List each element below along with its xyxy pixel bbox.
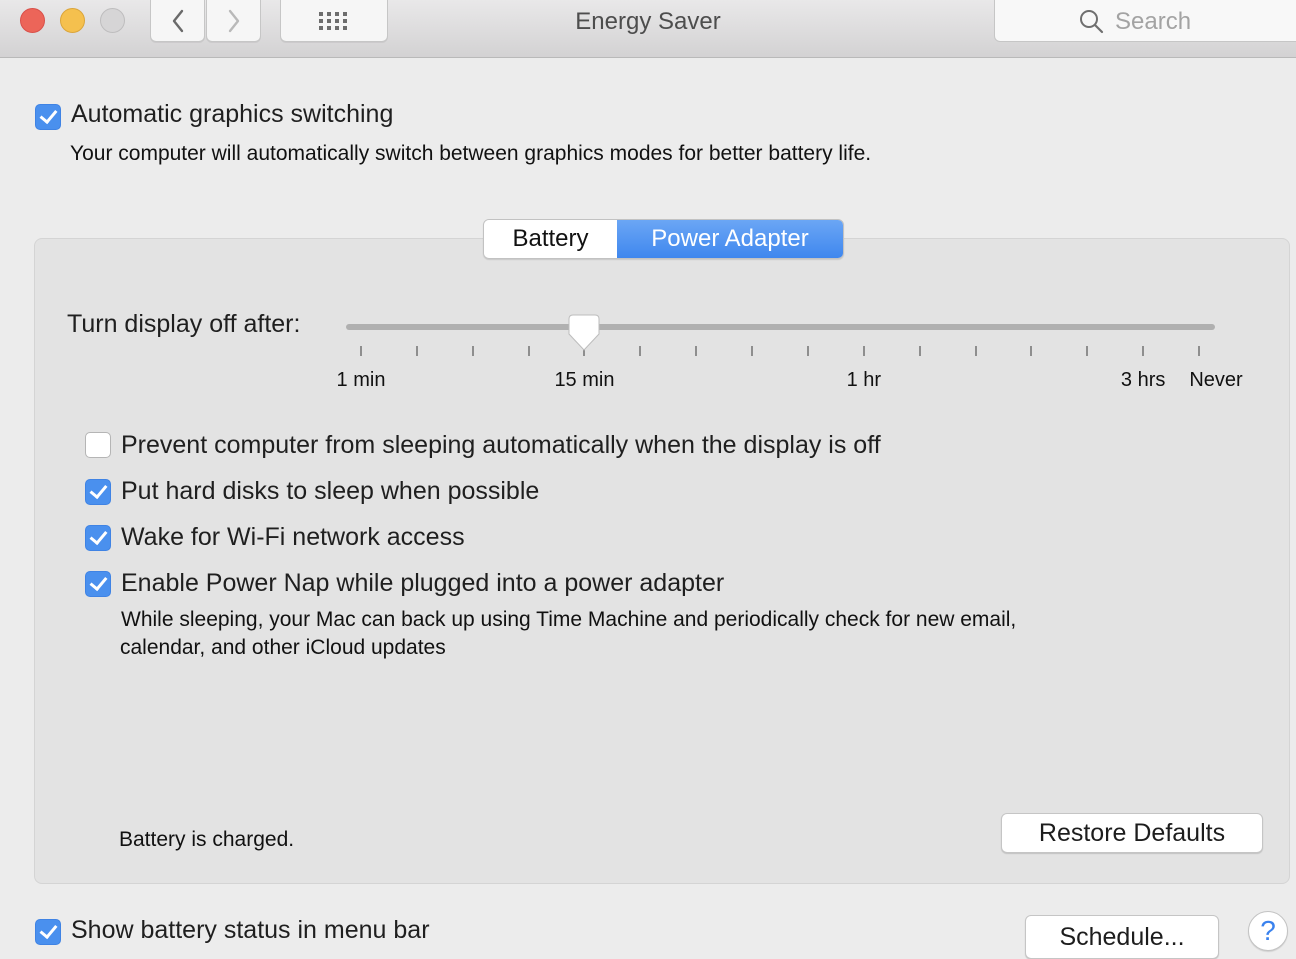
show-battery-status-checkbox[interactable] (35, 919, 61, 945)
slider-tick (806, 346, 809, 356)
display-off-slider-track[interactable] (346, 324, 1215, 330)
schedule-button[interactable]: Schedule... (1025, 915, 1219, 959)
graphics-switching-description: Your computer will automatically switch … (70, 142, 872, 165)
graphics-switching-label: Automatic graphics switching (71, 100, 394, 128)
slider-tick-label: 1 hr (846, 369, 882, 391)
title-bar: Energy Saver Search (0, 0, 1296, 58)
battery-status-text: Battery is charged. (119, 828, 295, 851)
power-nap-label: Enable Power Nap while plugged into a po… (121, 569, 725, 597)
show-battery-status-label: Show battery status in menu bar (71, 916, 430, 944)
slider-tick (1086, 346, 1089, 356)
slider-tick (695, 346, 698, 356)
slider-tick (751, 346, 754, 356)
power-nap-checkbox[interactable] (85, 571, 111, 597)
slider-tick-label: Never (1189, 369, 1243, 391)
slider-tick (471, 346, 474, 356)
slider-tick (1030, 346, 1033, 356)
wake-wifi-label: Wake for Wi-Fi network access (121, 523, 465, 551)
tab-power-adapter[interactable]: Power Adapter (617, 220, 843, 258)
tab-battery[interactable]: Battery (484, 220, 617, 258)
power-nap-description-line1: While sleeping, your Mac can back up usi… (121, 608, 1017, 631)
power-source-tabs: Battery Power Adapter (483, 219, 844, 259)
display-off-label: Turn display off after: (67, 310, 301, 338)
slider-tick (918, 346, 921, 356)
slider-tick (1198, 346, 1200, 356)
slider-tick (639, 346, 642, 356)
slider-tick (527, 346, 530, 356)
prevent-sleep-label: Prevent computer from sleeping automatic… (121, 431, 881, 459)
slider-tick (862, 346, 865, 356)
prevent-sleep-checkbox[interactable] (85, 432, 111, 458)
disk-sleep-label: Put hard disks to sleep when possible (121, 477, 540, 505)
slider-tick-label: 3 hrs (1120, 369, 1166, 391)
help-button[interactable]: ? (1248, 911, 1288, 951)
power-nap-description-line2: calendar, and other iCloud updates (120, 636, 446, 659)
slider-tick (360, 346, 362, 356)
search-placeholder: Search (1115, 8, 1192, 35)
restore-defaults-button[interactable]: Restore Defaults (1001, 813, 1263, 853)
search-input[interactable]: Search (994, 0, 1296, 42)
slider-tick-label: 15 min (554, 369, 615, 391)
graphics-switching-checkbox[interactable] (35, 104, 61, 130)
disk-sleep-checkbox[interactable] (85, 479, 111, 505)
search-icon (1080, 10, 1104, 34)
help-icon: ? (1260, 915, 1276, 946)
slider-tick (415, 346, 418, 356)
slider-tick (974, 346, 977, 356)
display-off-slider-thumb[interactable] (568, 314, 600, 354)
slider-tick (1142, 346, 1145, 356)
wake-wifi-checkbox[interactable] (85, 525, 111, 551)
slider-tick-label: 1 min (336, 369, 386, 391)
